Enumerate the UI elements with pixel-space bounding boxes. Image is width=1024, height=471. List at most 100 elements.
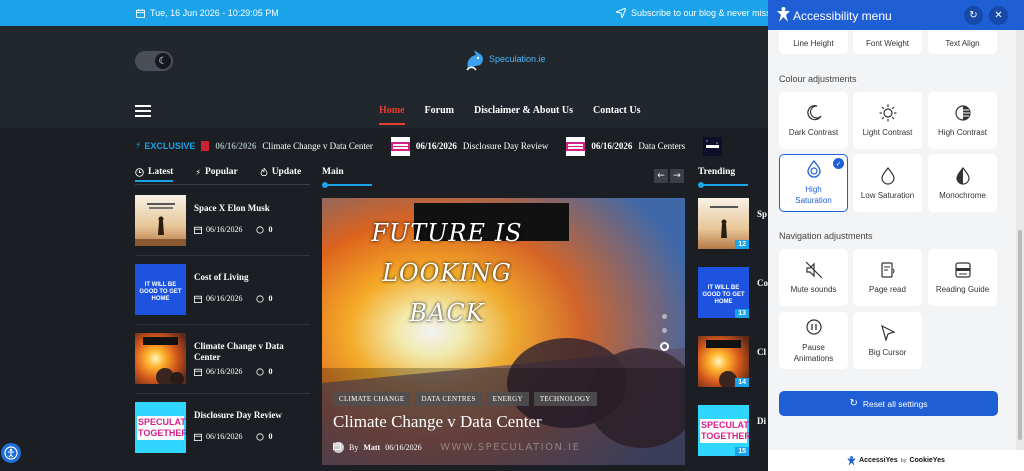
- contrast-icon: [954, 105, 971, 121]
- menu-icon[interactable]: [135, 105, 151, 120]
- tag-energy[interactable]: ENERGY: [486, 392, 529, 406]
- close-icon[interactable]: ✕: [989, 6, 1008, 25]
- footer-brand: AccessiYes: [859, 457, 898, 464]
- trending-item[interactable]: SPECULATE TOGETHER 15: [698, 405, 749, 456]
- accessibility-icon: [4, 446, 18, 460]
- author-name[interactable]: Matt: [363, 443, 380, 452]
- post-title[interactable]: Space X Elon Musk: [194, 203, 304, 214]
- dark-mode-toggle[interactable]: ☾: [135, 51, 173, 71]
- ticker-date: 06/16/2026: [415, 141, 457, 151]
- trending-item[interactable]: 14: [698, 336, 749, 387]
- option-pause-animations[interactable]: Pause Animations: [779, 312, 848, 369]
- arrow-right-icon[interactable]: →: [670, 169, 684, 183]
- trending-item[interactable]: IT WILL BE GOOD TO GET HOME 13: [698, 267, 749, 318]
- panel-title: Accessibility menu: [793, 9, 892, 23]
- hero-watermark: WWW.SPECULATION.IE: [440, 442, 581, 453]
- tag-technology[interactable]: TECHNOLOGY: [533, 392, 597, 406]
- option-page-read[interactable]: Page read: [853, 249, 922, 306]
- scrollbar-thumb[interactable]: [1018, 230, 1022, 440]
- post-item[interactable]: IT WILL BE GOOD TO GET HOME Cost of Livi…: [135, 264, 310, 316]
- option-low-saturation[interactable]: Low Saturation: [853, 154, 922, 212]
- reset-icon[interactable]: ↻: [964, 6, 983, 25]
- trending-title[interactable]: Sp: [757, 209, 768, 219]
- post-item[interactable]: SPECULATE TOGETHER Disclosure Day Review…: [135, 402, 310, 454]
- option-big-cursor[interactable]: Big Cursor: [853, 312, 922, 369]
- post-item[interactable]: Climate Change v Data Center 06/16/2026 …: [135, 333, 310, 385]
- ticker-thumb[interactable]: [703, 136, 723, 156]
- trending-title[interactable]: Co: [757, 278, 768, 288]
- footer-company[interactable]: CookieYes: [909, 457, 944, 464]
- option-label: Page read: [869, 285, 906, 294]
- reset-all-button[interactable]: ↻ Reset all settings: [779, 391, 998, 416]
- option-light-contrast[interactable]: Light Contrast: [853, 92, 922, 149]
- slide-dot[interactable]: [662, 328, 667, 333]
- option-high-saturation[interactable]: ✓ High Saturation: [779, 154, 848, 212]
- comment-icon: [256, 294, 265, 303]
- subscribe-link[interactable]: Subscribe to our blog & never miss ou: [616, 8, 783, 18]
- trending-item[interactable]: 12: [698, 198, 749, 249]
- option-label: Text Align: [945, 39, 980, 48]
- calendar-icon: [333, 442, 341, 450]
- post-title[interactable]: Disclosure Day Review: [194, 410, 304, 421]
- trending-number: 13: [735, 309, 749, 318]
- tag-climate-change[interactable]: CLIMATE CHANGE: [333, 392, 411, 406]
- option-text-align[interactable]: Text Align: [928, 30, 997, 54]
- ticker-title: Climate Change v Data Center: [262, 141, 373, 151]
- ticker-item[interactable]: 06/16/2026 Climate Change v Data Center: [201, 141, 373, 151]
- option-dark-contrast[interactable]: Dark Contrast: [779, 92, 848, 149]
- nav-disclaimer[interactable]: Disclaimer & About Us: [474, 105, 573, 116]
- option-monochrome[interactable]: Monochrome: [928, 154, 997, 212]
- post-title[interactable]: Cost of Living: [194, 272, 304, 283]
- slide-dot[interactable]: [662, 314, 667, 319]
- nav-contact[interactable]: Contact Us: [593, 105, 641, 116]
- divider: [135, 255, 310, 256]
- ticker-thumb: [390, 136, 410, 156]
- hero-date: 06/16/2026: [385, 443, 422, 452]
- option-reading-guide[interactable]: Reading Guide: [928, 249, 997, 306]
- ticker-item[interactable]: 06/16/2026 Disclosure Day Review: [390, 136, 548, 156]
- ticker-item[interactable]: 06/16/2026 Data Centers: [566, 136, 685, 156]
- nav-home[interactable]: Home: [379, 105, 405, 125]
- hero-slide[interactable]: FUTURE IS LOOKING BACK CLIMATE CHANGE DA…: [322, 198, 685, 465]
- trending-number: 12: [735, 240, 749, 249]
- trending-title[interactable]: Cl: [757, 347, 768, 357]
- nav-forum[interactable]: Forum: [425, 105, 454, 116]
- tab-latest[interactable]: Latest: [135, 167, 174, 182]
- option-line-height[interactable]: Line Height: [779, 30, 848, 54]
- trending-number: 14: [735, 378, 749, 387]
- trending-title[interactable]: Di: [757, 416, 768, 426]
- option-mute-sounds[interactable]: Mute sounds: [779, 249, 848, 306]
- option-label: High Contrast: [938, 128, 987, 137]
- tab-popular-label: Popular: [204, 167, 238, 177]
- hero-title[interactable]: Climate Change v Data Center: [333, 412, 542, 432]
- tab-popular[interactable]: ⚡ Popular: [195, 167, 237, 177]
- post-title[interactable]: Climate Change v Data Center: [194, 341, 304, 363]
- tab-update[interactable]: Update: [260, 167, 302, 177]
- post-thumbnail: [135, 333, 186, 384]
- thumb-caption: SPECULATE TOGETHER: [137, 416, 186, 440]
- accessibility-button[interactable]: [1, 443, 21, 463]
- post-item[interactable]: Space X Elon Musk 06/16/2026 0: [135, 195, 310, 247]
- calendar-icon: [194, 226, 202, 234]
- moon-icon: [806, 105, 822, 121]
- option-label: Reading Guide: [935, 285, 990, 294]
- tag-data-centres[interactable]: DATA CENTRES: [415, 392, 482, 406]
- accessibility-logo-icon: [777, 7, 790, 22]
- option-label: Line Height: [793, 39, 834, 48]
- trending-number: 15: [735, 447, 749, 456]
- ticker-thumb: [566, 136, 586, 156]
- tab-update-label: Update: [271, 167, 302, 177]
- slide-dot-active[interactable]: [660, 342, 669, 351]
- option-font-weight[interactable]: Font Weight: [853, 30, 922, 54]
- option-high-contrast[interactable]: High Contrast: [928, 92, 997, 149]
- ticker-date: 06/16/2026: [215, 141, 257, 151]
- panel-body: Line Height Font Weight Text Align Colou…: [768, 30, 1016, 450]
- panel-scrollbar[interactable]: [1016, 30, 1024, 450]
- exclusive-text: EXCLUSIVE: [144, 141, 196, 151]
- option-label: High Saturation: [795, 185, 832, 205]
- option-label: Pause Animations: [793, 342, 834, 363]
- site-logo[interactable]: Speculation.ie: [464, 46, 546, 72]
- arrow-left-icon[interactable]: ←: [654, 169, 668, 183]
- pause-icon: [805, 318, 822, 335]
- reading-guide-icon: [954, 262, 971, 278]
